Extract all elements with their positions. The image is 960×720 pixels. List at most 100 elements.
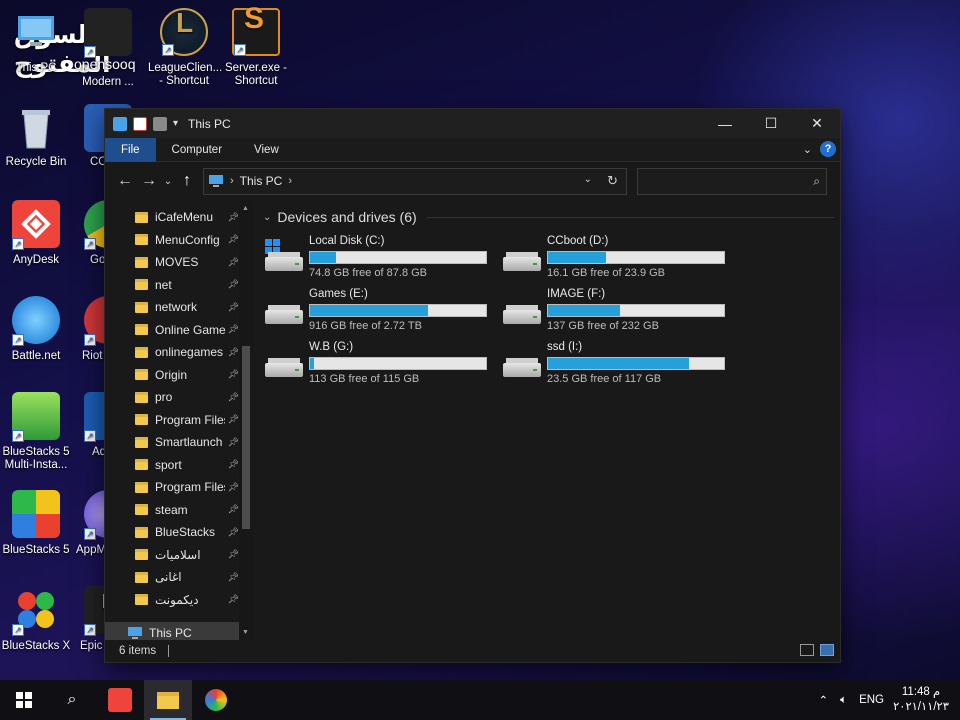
drive-tile[interactable]: ssd (I:) 23.5 GB free of 117 GB (499, 341, 737, 387)
taskbar-paint[interactable] (192, 680, 240, 720)
close-button[interactable]: ✕ (794, 109, 840, 138)
desktop-icon-this-pc[interactable]: This PC (0, 8, 72, 75)
pin-icon[interactable]: 📌︎ (228, 212, 239, 223)
clock[interactable]: 11:48 م ٢٠٢١/١١/٢٣ (890, 685, 952, 715)
drive-free-space: 23.5 GB free of 117 GB (547, 373, 662, 385)
pin-icon[interactable]: 📌︎ (228, 437, 239, 448)
scrollbar-thumb[interactable] (242, 346, 250, 529)
explorer-window[interactable]: ▾ This PC — ☐ ✕ File Computer View ⌄ ? ←… (104, 108, 841, 663)
help-button[interactable]: ? (820, 141, 836, 157)
drive-tile[interactable]: CCboot (D:) 16.1 GB free of 23.9 GB (499, 235, 737, 281)
address-bar[interactable]: › This PC › ⌄ ↻ (203, 167, 627, 195)
nav-item-folder[interactable]: pro 📌︎ (105, 386, 253, 409)
desktop-icon-server[interactable]: S ↗ Server.exe - Shortcut (220, 4, 292, 88)
nav-item-folder[interactable]: اغانى 📌︎ (105, 566, 253, 589)
pin-icon[interactable]: 📌︎ (228, 392, 239, 403)
folder-icon (135, 346, 148, 358)
details-view-button[interactable] (800, 644, 814, 656)
nav-item-folder[interactable]: ديكمونت 📌︎ (105, 589, 253, 612)
nav-item-folder[interactable]: BlueStacks 📌︎ (105, 521, 253, 544)
start-button[interactable] (0, 680, 48, 720)
taskbar-file-explorer[interactable] (144, 680, 192, 720)
tab-file[interactable]: File (105, 137, 156, 162)
collapse-chevron-icon[interactable]: ⌄ (263, 212, 271, 223)
group-header-devices[interactable]: ⌄ Devices and drives (6) (263, 208, 840, 226)
pin-icon[interactable]: 📌︎ (228, 549, 239, 560)
nav-scrollbar[interactable]: ▲ ▼ (239, 201, 253, 640)
nav-item-folder[interactable]: اسلاميات 📌︎ (105, 544, 253, 567)
desktop-icon-bluestacks-multi[interactable]: ↗ BlueStacks 5 Multi-Insta... (0, 392, 72, 472)
desktop-icon-bluestacks5[interactable]: BlueStacks 5 (0, 490, 72, 557)
address-dropdown-icon[interactable]: ⌄ (584, 174, 592, 185)
up-button[interactable]: ↑ (175, 169, 199, 193)
desktop-icon-anydesk[interactable]: ↗ AnyDesk (0, 200, 72, 267)
pin-icon[interactable]: 📌︎ (228, 257, 239, 268)
nav-item-folder[interactable]: sport 📌︎ (105, 454, 253, 477)
desktop-icon-modern[interactable]: ↗ Modern ... (72, 8, 144, 89)
drive-tile[interactable]: W.B (G:) 113 GB free of 115 GB (261, 341, 499, 387)
volume-icon[interactable]: 🔈︎ (840, 694, 847, 707)
pin-icon[interactable]: 📌︎ (228, 347, 239, 358)
taskbar-anydesk[interactable] (96, 680, 144, 720)
title-bar[interactable]: ▾ This PC — ☐ ✕ (105, 109, 840, 138)
pin-icon[interactable]: 📌︎ (228, 504, 239, 515)
desktop-icon-battlenet[interactable]: ↗ Battle.net (0, 296, 72, 363)
show-hidden-icons-chevron-icon[interactable]: ⌃ (819, 693, 829, 707)
customize-toolbar-chevron-icon[interactable]: ▾ (173, 118, 178, 129)
pin-icon[interactable]: 📌︎ (228, 572, 239, 583)
nav-item-folder[interactable]: Smartlaunch 📌︎ (105, 431, 253, 454)
taskbar: ⌕ ⌃ 🔈︎ ENG 11:48 م ٢٠٢١/١١/٢٣ (0, 680, 960, 720)
back-button[interactable]: ← (113, 169, 137, 193)
refresh-icon[interactable]: ↻ (607, 173, 618, 189)
drive-name: ssd (I:) (547, 341, 583, 353)
scroll-down-icon[interactable]: ▼ (242, 629, 249, 636)
pin-icon[interactable]: 📌︎ (228, 594, 239, 605)
nav-item-folder[interactable]: Online Game 📌︎ (105, 319, 253, 342)
nav-item-folder[interactable]: Origin 📌︎ (105, 364, 253, 387)
shortcut-arrow-icon: ↗ (84, 624, 96, 636)
tab-view[interactable]: View (238, 138, 295, 162)
search-button[interactable]: ⌕ (48, 680, 96, 720)
content-pane[interactable]: ⌄ Devices and drives (6) Local Disk (C:)… (253, 201, 840, 640)
pin-icon[interactable]: 📌︎ (228, 527, 239, 538)
minimize-button[interactable]: — (702, 109, 748, 138)
forward-button[interactable]: → (137, 169, 161, 193)
pin-icon[interactable]: 📌︎ (228, 324, 239, 335)
nav-item-folder[interactable]: iCafeMenu 📌︎ (105, 206, 253, 229)
desktop-icon-leagueclient[interactable]: L ↗ LeagueClien... - Shortcut (148, 8, 222, 88)
desktop-icon-bluestacks-x[interactable]: ↗ BlueStacks X (0, 586, 72, 653)
properties-icon[interactable] (133, 116, 147, 131)
pin-icon[interactable]: 📌︎ (228, 234, 239, 245)
pin-icon[interactable]: 📌︎ (228, 459, 239, 470)
search-input[interactable]: ⌕ (637, 167, 827, 195)
pin-icon[interactable]: 📌︎ (228, 414, 239, 425)
recent-locations-chevron-icon[interactable]: ⌄ (161, 169, 175, 193)
maximize-button[interactable]: ☐ (748, 109, 794, 138)
breadcrumb-this-pc[interactable]: This PC (240, 174, 283, 188)
folder-icon (135, 594, 148, 606)
nav-item-this-pc[interactable]: This PC (105, 622, 239, 640)
drive-tile[interactable]: IMAGE (F:) 137 GB free of 232 GB (499, 288, 737, 334)
desktop-icon-recycle-bin[interactable]: Recycle Bin (0, 104, 72, 169)
language-indicator[interactable]: ENG (859, 694, 884, 706)
pin-icon[interactable]: 📌︎ (228, 279, 239, 290)
scroll-up-icon[interactable]: ▲ (242, 205, 249, 212)
large-icons-view-button[interactable] (820, 644, 834, 656)
drive-tile[interactable]: Games (E:) 916 GB free of 2.72 TB (261, 288, 499, 334)
nav-item-folder[interactable]: network 📌︎ (105, 296, 253, 319)
nav-item-folder[interactable]: steam 📌︎ (105, 499, 253, 522)
pin-icon[interactable]: 📌︎ (228, 482, 239, 493)
nav-item-folder[interactable]: onlinegames 📌︎ (105, 341, 253, 364)
pin-icon[interactable]: 📌︎ (228, 302, 239, 313)
new-folder-icon[interactable] (153, 116, 167, 131)
nav-item-folder[interactable]: MenuConfig 📌︎ (105, 229, 253, 252)
tab-computer[interactable]: Computer (156, 138, 239, 162)
nav-item-folder[interactable]: MOVES 📌︎ (105, 251, 253, 274)
pin-icon[interactable]: 📌︎ (228, 369, 239, 380)
nav-item-folder[interactable]: net 📌︎ (105, 274, 253, 297)
expand-ribbon-chevron-icon[interactable]: ⌄ (803, 143, 812, 156)
navigation-pane[interactable]: iCafeMenu 📌︎ MenuConfig 📌︎ MOVES 📌︎ net 📌︎ netwo… (105, 201, 253, 640)
drive-tile[interactable]: Local Disk (C:) 74.8 GB free of 87.8 GB (261, 235, 499, 281)
nav-item-folder[interactable]: Program Files 📌︎ (105, 476, 253, 499)
nav-item-folder[interactable]: Program Files 📌︎ (105, 409, 253, 432)
